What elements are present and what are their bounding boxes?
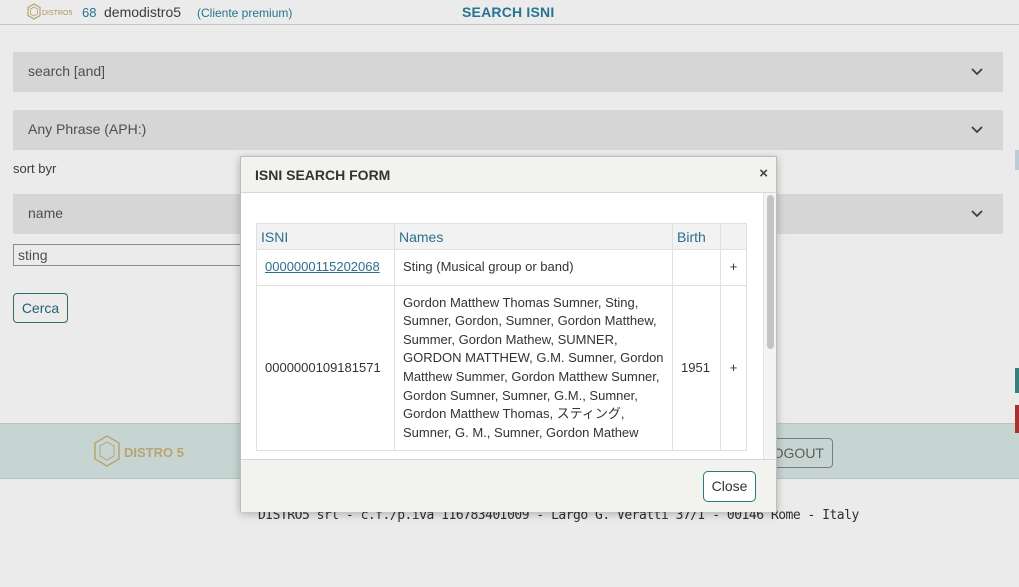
close-button[interactable]: Close (703, 471, 756, 502)
isni-cell: 0000000109181571 (256, 284, 395, 452)
scroll-thumb[interactable] (767, 195, 774, 349)
column-header-birth[interactable]: Birth (672, 223, 721, 250)
modal-footer: Close (241, 459, 776, 512)
modal-scrollbar[interactable] (763, 193, 776, 459)
birth-cell: 1951 (672, 284, 721, 452)
isni-link[interactable]: 0000000115202068 (265, 259, 380, 274)
modal-body: ISNI Names Birth 0000000115202068 Sting … (241, 193, 776, 459)
column-header-isni[interactable]: ISNI (256, 223, 395, 250)
table-row: 0000000115202068 Sting (Musical group or… (256, 249, 747, 286)
plus-icon[interactable]: + (720, 249, 747, 286)
birth-cell (672, 249, 721, 286)
column-header-names[interactable]: Names (394, 223, 673, 250)
isni-cell[interactable]: 0000000115202068 (256, 249, 395, 286)
column-header-action (720, 223, 747, 250)
isni-results-table: ISNI Names Birth 0000000115202068 Sting … (256, 223, 747, 452)
names-cell: Sting (Musical group or band) (394, 249, 673, 286)
isni-search-modal: ISNI SEARCH FORM × ISNI Names Birth 0000… (240, 156, 777, 512)
modal-title: ISNI SEARCH FORM (255, 167, 391, 183)
modal-header: ISNI SEARCH FORM × (241, 157, 776, 193)
close-icon[interactable]: × (759, 165, 768, 182)
plus-icon[interactable]: + (720, 284, 747, 452)
table-row: 0000000109181571 Gordon Matthew Thomas S… (256, 284, 747, 452)
names-cell: Gordon Matthew Thomas Sumner, Sting, Sum… (394, 284, 673, 452)
table-header-row: ISNI Names Birth (256, 223, 747, 250)
